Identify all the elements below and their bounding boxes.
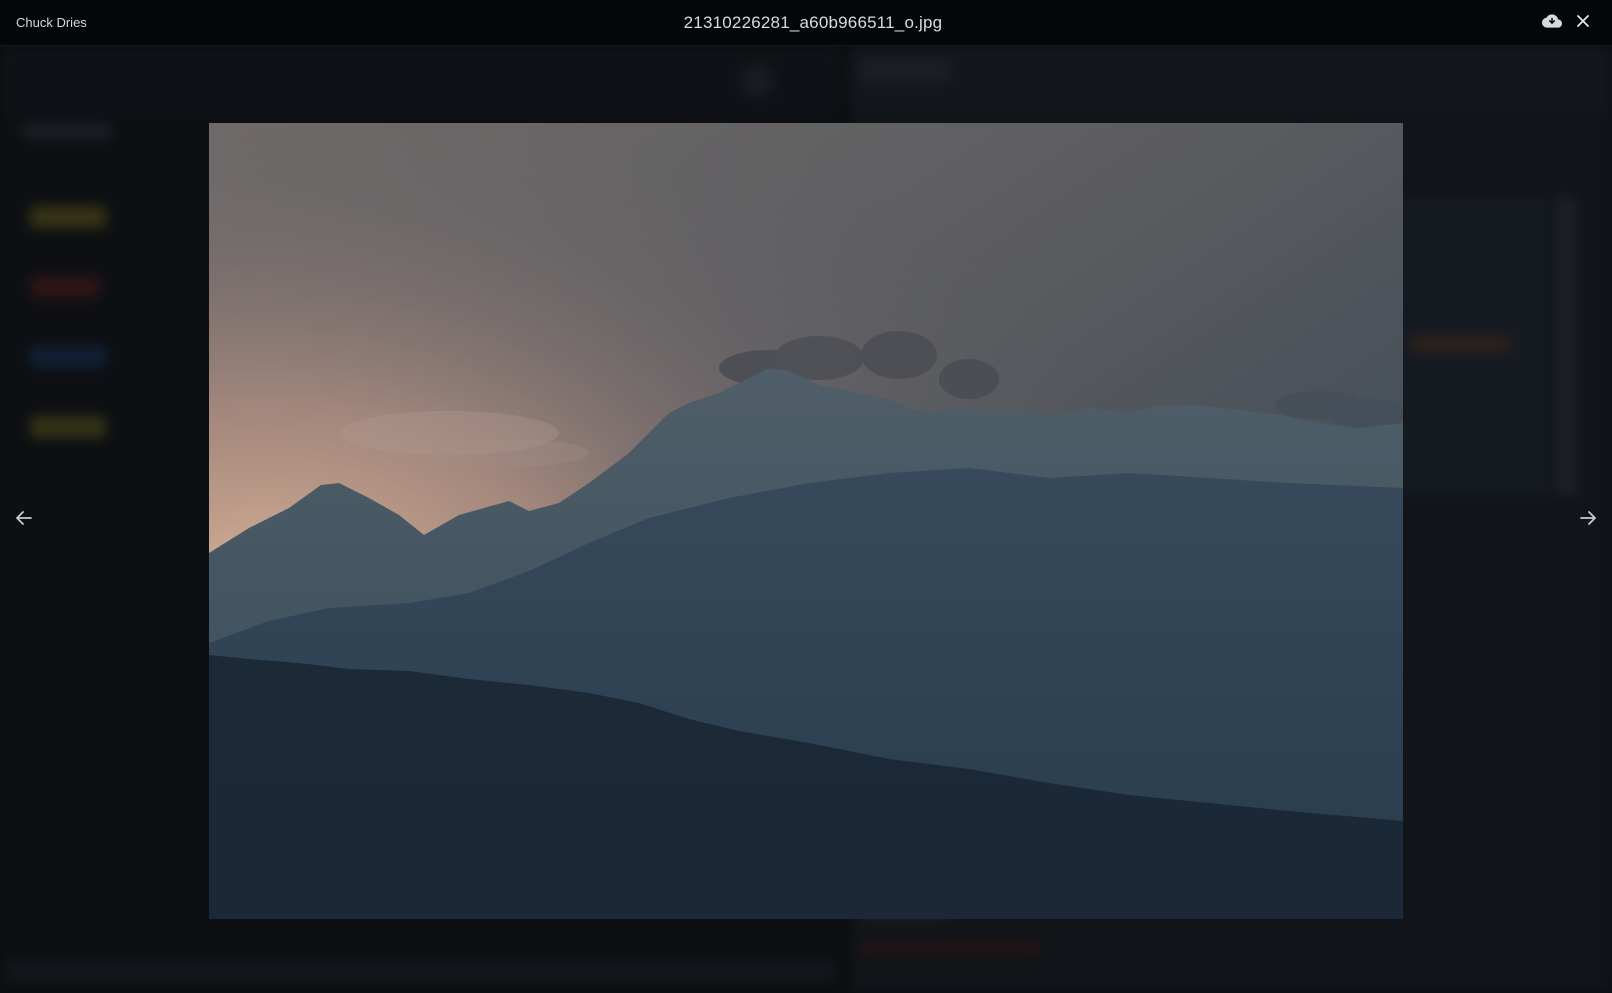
background-left-header [0, 46, 840, 114]
close-button[interactable] [1571, 11, 1595, 35]
mountain-photo [209, 123, 1403, 919]
background-bottom-bar [6, 961, 836, 981]
lightbox-image [209, 123, 1403, 919]
background-scrollbar [1556, 196, 1578, 496]
background-avatar [740, 64, 774, 98]
download-button[interactable] [1540, 11, 1564, 35]
lightbox-viewer: Chuck Dries 21310226281_a60b966511_o.jpg [0, 0, 1612, 993]
cloud-download-icon [1542, 11, 1562, 36]
background-footer-accent [860, 942, 1040, 956]
background-swatch-blue [30, 346, 106, 368]
lightbox-topbar: Chuck Dries 21310226281_a60b966511_o.jpg [0, 0, 1612, 46]
background-card-accent [1410, 336, 1510, 352]
background-right-title [860, 60, 950, 80]
background-swatch-yellow [30, 206, 106, 228]
arrow-right-icon [1578, 508, 1598, 533]
background-right-header [850, 46, 1612, 112]
background-swatch-yellow-2 [30, 416, 106, 438]
previous-image-button[interactable] [10, 506, 38, 534]
image-filename: 21310226281_a60b966511_o.jpg [683, 13, 943, 32]
close-icon [1575, 13, 1591, 34]
next-image-button[interactable] [1574, 506, 1602, 534]
arrow-left-icon [14, 508, 34, 533]
background-heading [22, 124, 112, 138]
background-swatch-red [30, 276, 100, 298]
